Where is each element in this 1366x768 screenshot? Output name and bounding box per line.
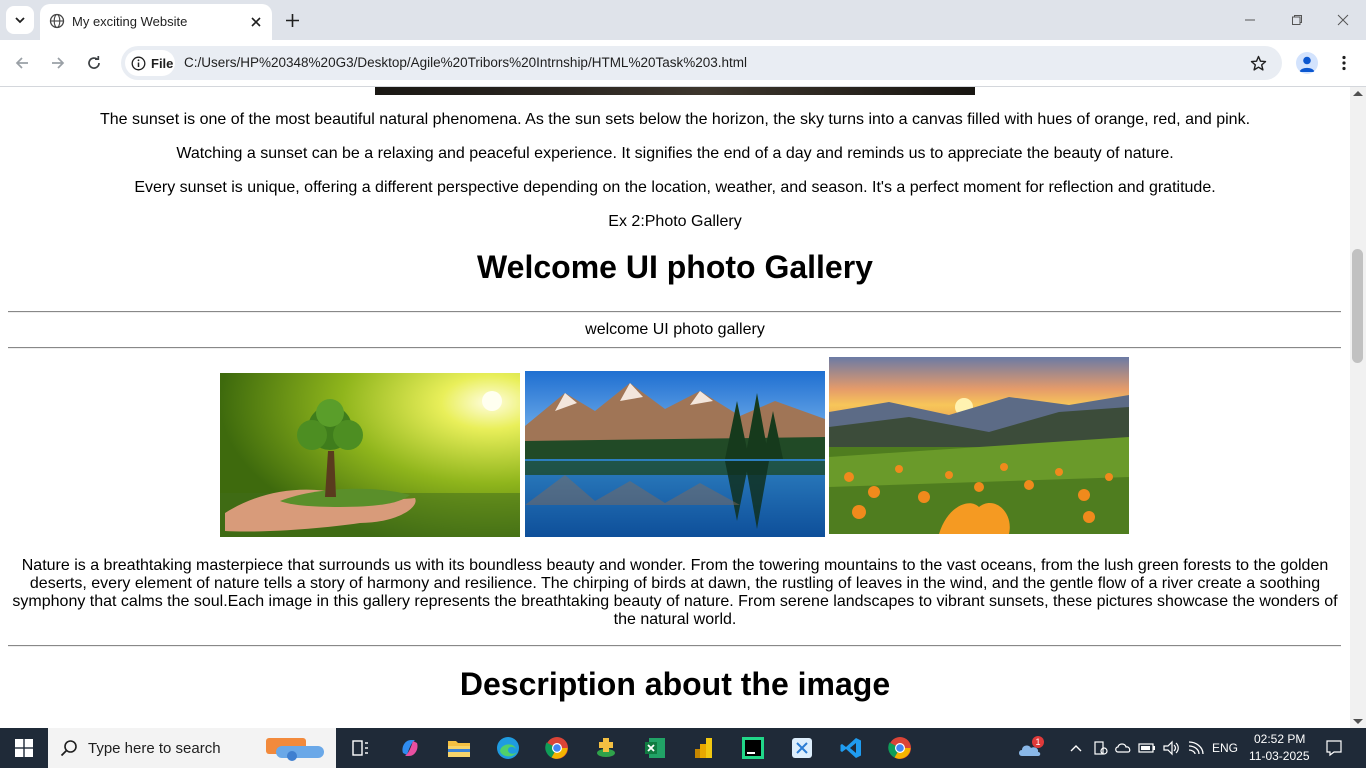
edge-button[interactable] xyxy=(494,734,522,762)
close-icon xyxy=(251,17,261,27)
site-chip-label: File xyxy=(151,55,174,71)
speaker-icon xyxy=(1163,740,1179,756)
close-icon xyxy=(1337,14,1349,26)
edge-icon xyxy=(497,737,519,759)
globe-icon xyxy=(49,13,65,29)
power-bi-icon xyxy=(695,738,712,758)
browser-menu-button[interactable] xyxy=(1334,52,1354,74)
info-icon xyxy=(131,56,146,70)
tree-in-hands-image xyxy=(220,373,520,537)
search-placeholder: Type here to search xyxy=(88,740,221,757)
network-button[interactable] xyxy=(1182,734,1210,762)
bookmark-button[interactable] xyxy=(1248,53,1268,73)
plus-icon xyxy=(285,13,299,27)
new-tab-button[interactable] xyxy=(282,10,302,30)
reload-button[interactable] xyxy=(83,52,105,74)
vscode-icon xyxy=(840,738,861,758)
excel-icon xyxy=(645,738,665,758)
arrow-right-icon xyxy=(52,57,65,69)
battery-icon xyxy=(1138,743,1155,753)
file-explorer-button[interactable] xyxy=(445,734,473,762)
chevron-up-icon xyxy=(1070,745,1082,752)
clock-time[interactable]: 02:52 PM xyxy=(1254,732,1305,746)
browser-tab-bar: My exciting Website xyxy=(0,0,1366,40)
address-bar[interactable]: File C:/Users/HP%20348%20G3/Desktop/Agil… xyxy=(121,46,1282,80)
active-tab[interactable]: My exciting Website xyxy=(40,4,272,40)
search-highlight-icon xyxy=(266,738,324,761)
exercise-label: Ex 2:Photo Gallery xyxy=(608,213,742,230)
nature-paragraph: Nature is a breathtaking masterpiece tha… xyxy=(12,557,1338,628)
app-button-1[interactable] xyxy=(592,734,620,762)
browser-toolbar: File C:/Users/HP%20348%20G3/Desktop/Agil… xyxy=(0,40,1366,87)
pycharm-button[interactable] xyxy=(739,734,767,762)
sunset-paragraph-2: Watching a sunset can be a relaxing and … xyxy=(176,145,1174,162)
description-heading: Description about the image xyxy=(459,666,891,702)
profile-button[interactable] xyxy=(1296,52,1318,74)
search-icon xyxy=(60,740,77,757)
minimize-button[interactable] xyxy=(1240,10,1260,30)
power-bi-button[interactable] xyxy=(690,734,718,762)
scroll-up-arrow-icon[interactable] xyxy=(1353,91,1363,96)
divider xyxy=(8,311,1341,313)
more-vertical-icon xyxy=(1342,55,1346,71)
restore-icon xyxy=(1292,15,1302,25)
chrome-icon xyxy=(545,737,568,759)
chrome-icon xyxy=(888,737,911,759)
sunset-paragraph-3: Every sunset is unique, offering a diffe… xyxy=(134,179,1216,196)
cloud-sync-icon xyxy=(1115,743,1131,753)
clock-date[interactable]: 11-03-2025 xyxy=(1249,749,1310,763)
folder-icon xyxy=(448,741,470,757)
tab-search-button[interactable] xyxy=(6,6,34,34)
vscode-button[interactable] xyxy=(837,734,865,762)
minimize-icon xyxy=(1245,19,1255,21)
scroll-down-arrow-icon[interactable] xyxy=(1353,719,1363,724)
tab-close-button[interactable] xyxy=(246,12,266,32)
device-icon xyxy=(1094,741,1108,755)
star-icon xyxy=(1250,55,1266,71)
copilot-button[interactable] xyxy=(396,734,424,762)
arrow-left-icon xyxy=(15,57,28,69)
start-button[interactable] xyxy=(0,728,48,768)
excel-button[interactable] xyxy=(641,734,669,762)
taskbar-search-box[interactable]: Type here to search xyxy=(48,728,336,768)
url-text[interactable]: C:/Users/HP%20348%20G3/Desktop/Agile%20T… xyxy=(184,55,747,70)
page-viewport: The sunset is one of the most beautiful … xyxy=(0,87,1350,728)
snipping-tool-icon xyxy=(792,738,812,758)
task-view-icon xyxy=(352,740,368,756)
weather-badge: 1 xyxy=(1032,736,1044,748)
sunset-meadow-image xyxy=(829,357,1129,534)
notification-icon xyxy=(1326,740,1342,757)
scroll-thumb[interactable] xyxy=(1352,249,1363,363)
gallery-subheading: welcome UI photo gallery xyxy=(585,321,765,338)
copilot-icon xyxy=(402,740,418,756)
reload-icon xyxy=(88,56,100,69)
avatar-icon xyxy=(1299,56,1315,72)
tab-title: My exciting Website xyxy=(72,14,188,29)
chevron-down-icon xyxy=(15,17,25,24)
page-scrollbar[interactable] xyxy=(1350,87,1366,728)
site-info-chip[interactable]: File xyxy=(125,50,175,76)
restore-button[interactable] xyxy=(1287,10,1307,30)
pycharm-icon xyxy=(742,737,764,759)
wifi-icon xyxy=(1188,741,1204,755)
database-plus-icon xyxy=(597,738,615,757)
sunset-paragraph-1: The sunset is one of the most beautiful … xyxy=(99,111,1251,128)
mountain-lake-image xyxy=(525,371,825,537)
gallery-heading: Welcome UI photo Gallery xyxy=(477,249,873,285)
window-close-button[interactable] xyxy=(1333,10,1353,30)
language-indicator[interactable]: ENG xyxy=(1212,741,1238,755)
back-button[interactable] xyxy=(11,52,33,74)
volume-button[interactable] xyxy=(1157,734,1185,762)
notifications-button[interactable] xyxy=(1320,734,1348,762)
windows-logo-icon xyxy=(15,739,33,757)
forward-button[interactable] xyxy=(47,52,69,74)
snipping-tool-button[interactable] xyxy=(788,734,816,762)
chrome-button[interactable] xyxy=(543,734,571,762)
sunset-image-bottom-edge xyxy=(375,87,975,95)
divider xyxy=(8,645,1341,647)
windows-taskbar: Type here to search 1 ENG 02:52 PM 11-03… xyxy=(0,728,1366,768)
divider xyxy=(8,347,1341,349)
task-view-button[interactable] xyxy=(346,734,374,762)
chrome-active-button[interactable] xyxy=(886,734,914,762)
